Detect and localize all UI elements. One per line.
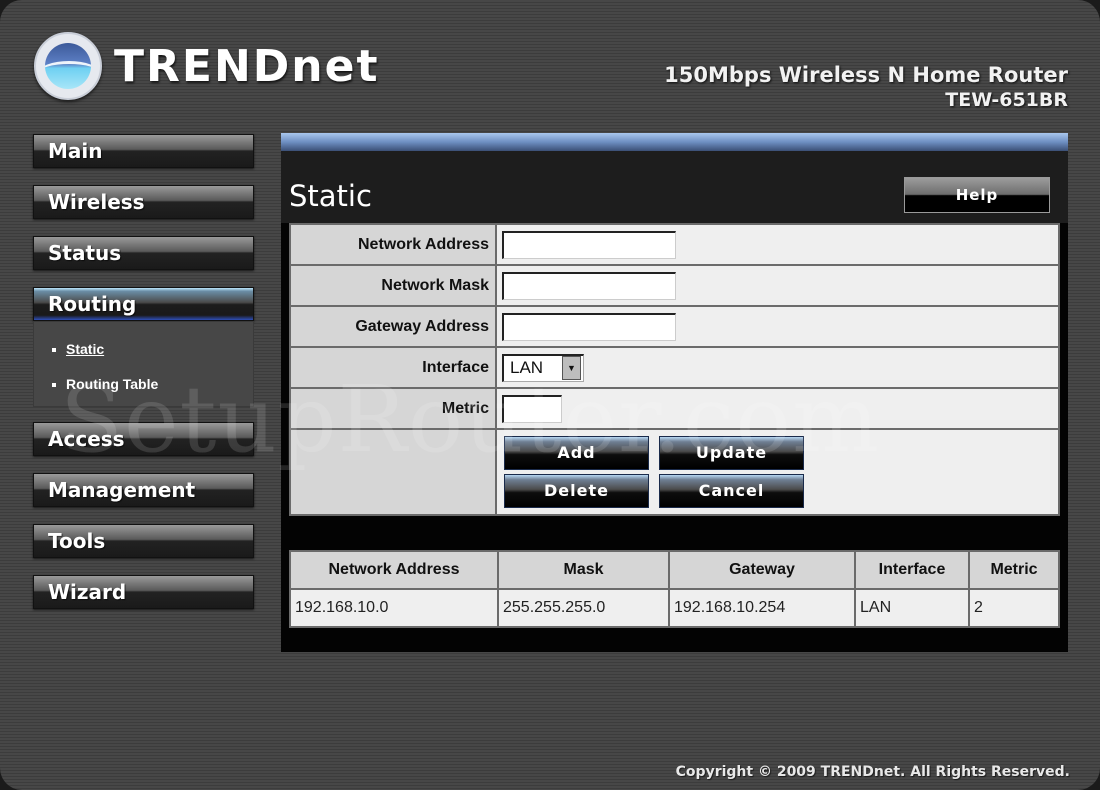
form-actions-row: Add Update Delete Cancel [289,428,1060,516]
interface-label: Interface [289,346,497,389]
network-mask-label: Network Mask [289,264,497,307]
column-header-gateway: Gateway [668,550,856,590]
gateway-address-input[interactable] [502,312,676,341]
table-row[interactable]: 192.168.10.0 255.255.255.0 192.168.10.25… [289,588,1060,628]
copyright-text: Copyright © 2009 TRENDnet. All Rights Re… [675,764,1070,780]
form-row-gateway-address: Gateway Address [289,305,1060,348]
cell-interface: LAN [854,588,970,628]
sidebar-item-main[interactable]: Main [33,134,254,168]
interface-selected-value: LAN [510,358,544,377]
static-route-form: Network Address Network Mask Gateway Add… [289,223,1060,516]
trendnet-logo: TRENDnet [34,30,380,102]
gateway-address-label: Gateway Address [289,305,497,348]
cell-mask: 255.255.255.0 [497,588,670,628]
delete-button[interactable]: Delete [504,474,649,508]
form-row-network-address: Network Address [289,223,1060,266]
update-button[interactable]: Update [659,436,804,470]
column-header-metric: Metric [968,550,1060,590]
sidebar-item-wizard[interactable]: Wizard [33,575,254,609]
panel-top-bar [281,133,1068,151]
sidebar-item-management[interactable]: Management [33,473,254,507]
sidebar-item-routing[interactable]: Routing [33,287,254,321]
product-info: 150Mbps Wireless N Home Router TEW-651BR [664,62,1068,112]
add-button[interactable]: Add [504,436,649,470]
bullet-icon [52,348,56,353]
column-header-network-address: Network Address [289,550,499,590]
form-row-interface: Interface LAN ▼ [289,346,1060,389]
product-model: TEW-651BR [945,89,1068,111]
sidebar-item-access[interactable]: Access [33,422,254,456]
metric-input[interactable] [502,394,562,423]
table-header-row: Network Address Mask Gateway Interface M… [289,550,1060,590]
interface-select[interactable]: LAN ▼ [502,353,584,382]
sidebar-item-wireless[interactable]: Wireless [33,185,254,219]
panel-header: Static Help [281,151,1068,223]
static-routes-table: Network Address Mask Gateway Interface M… [289,550,1060,628]
sidebar-nav: Main Wireless Status Routing Static Rout… [33,134,256,626]
submenu-item-routing-table[interactable]: Routing Table [52,367,253,402]
help-button[interactable]: Help [904,177,1050,213]
sidebar-item-tools[interactable]: Tools [33,524,254,558]
network-mask-input[interactable] [502,271,676,300]
bullet-icon [52,383,56,388]
submenu-item-static[interactable]: Static [52,332,253,367]
cell-metric: 2 [968,588,1060,628]
cell-network-address: 192.168.10.0 [289,588,499,628]
router-admin-window: TRENDnet 150Mbps Wireless N Home Router … [0,0,1100,790]
sidebar-item-status[interactable]: Status [33,236,254,270]
trendnet-globe-icon [34,32,102,100]
logo-text: TRENDnet [114,40,380,92]
content-panel: Static Help Network Address Network Mask… [281,133,1068,652]
network-address-input[interactable] [502,230,676,259]
chevron-down-icon[interactable]: ▼ [562,356,581,380]
network-address-label: Network Address [289,223,497,266]
page-title: Static [289,179,372,213]
submenu-item-label: Routing Table [66,376,159,392]
column-header-mask: Mask [497,550,670,590]
cancel-button[interactable]: Cancel [659,474,804,508]
action-buttons: Add Update Delete Cancel [504,436,1058,508]
metric-label: Metric [289,387,497,430]
column-header-interface: Interface [854,550,970,590]
actions-label-cell [289,428,497,516]
routing-submenu: Static Routing Table [33,321,254,407]
cell-gateway: 192.168.10.254 [668,588,856,628]
form-row-network-mask: Network Mask [289,264,1060,307]
product-name: 150Mbps Wireless N Home Router [664,63,1068,87]
submenu-item-label: Static [66,341,105,357]
form-row-metric: Metric [289,387,1060,430]
